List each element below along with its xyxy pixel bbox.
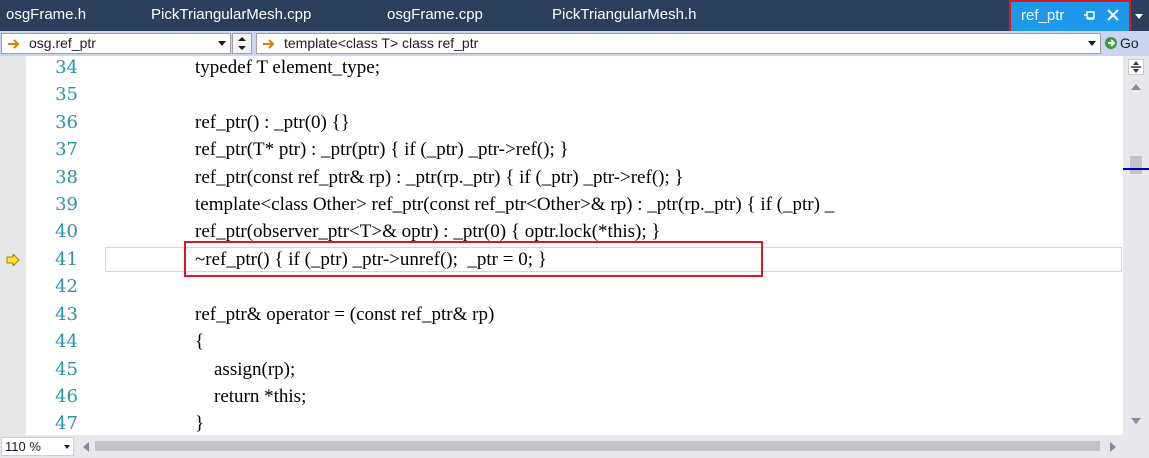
- line-number: 37: [55, 139, 78, 160]
- scroll-right-icon[interactable]: [1110, 442, 1116, 452]
- go-icon: [1105, 37, 1117, 49]
- scroll-left-icon[interactable]: [83, 442, 89, 452]
- code-text[interactable]: return *this;: [195, 383, 306, 410]
- zoom-level: 110 %: [5, 439, 41, 454]
- up-down-icon: [238, 37, 246, 50]
- code-line: 34 typedef T element_type;: [0, 56, 1123, 81]
- scope-dropdown-value: osg.ref_ptr: [29, 35, 96, 51]
- code-line: 42: [0, 273, 1123, 300]
- scroll-up-icon[interactable]: [1131, 84, 1141, 90]
- go-label: Go: [1120, 35, 1139, 51]
- line-number: 45: [55, 359, 78, 380]
- editor-bottom-bar: 110 %: [0, 435, 1149, 458]
- tab-osgframe-h[interactable]: osgFrame.h: [6, 0, 86, 31]
- code-text[interactable]: {: [195, 328, 204, 355]
- code-line: 38 ref_ptr(const ref_ptr& rp) : _ptr(rp.…: [0, 164, 1123, 191]
- line-number: 40: [55, 221, 78, 242]
- scope-spinner[interactable]: [232, 33, 252, 54]
- line-number: 42: [55, 276, 78, 297]
- vertical-scroll-thumb[interactable]: [1130, 156, 1142, 174]
- scope-dropdown[interactable]: osg.ref_ptr: [1, 33, 231, 54]
- horizontal-scroll-thumb[interactable]: [95, 441, 1100, 451]
- document-tab-strip: osgFrame.h PickTriangularMesh.cpp osgFra…: [0, 0, 1149, 31]
- tab-overflow-icon[interactable]: [1133, 10, 1145, 22]
- line-number: 43: [55, 304, 78, 325]
- line-number: 38: [55, 167, 78, 188]
- orange-arrow-icon: [8, 39, 20, 49]
- line-number: 44: [55, 331, 78, 352]
- line-number: 34: [55, 57, 78, 78]
- tab-osgframe-cpp[interactable]: osgFrame.cpp: [387, 0, 483, 31]
- code-text[interactable]: assign(rp);: [195, 356, 295, 383]
- chevron-down-icon: [218, 41, 226, 46]
- code-text[interactable]: ref_ptr(T* ptr) : _ptr(ptr) { if (_ptr) …: [195, 136, 569, 163]
- line-number: 36: [55, 112, 78, 133]
- code-text[interactable]: template<class Other> ref_ptr(const ref_…: [195, 191, 834, 218]
- caret-position-marker: [1123, 168, 1149, 170]
- code-line: 45 assign(rp);: [0, 356, 1123, 383]
- code-line: 37 ref_ptr(T* ptr) : _ptr(ptr) { if (_pt…: [0, 136, 1123, 163]
- code-line: 35: [0, 81, 1123, 108]
- code-line: 46 return *this;: [0, 383, 1123, 410]
- split-view-icon[interactable]: [1128, 59, 1144, 75]
- vertical-scrollbar[interactable]: [1123, 56, 1149, 435]
- scroll-down-icon[interactable]: [1131, 418, 1141, 424]
- execution-arrow-icon: [6, 254, 20, 266]
- code-line: 36 ref_ptr() : _ptr(0) {}: [0, 109, 1123, 136]
- member-dropdown[interactable]: template<class T> class ref_ptr: [256, 33, 1101, 54]
- tab-picktriangularmesh-h[interactable]: PickTriangularMesh.h: [552, 0, 697, 31]
- code-text[interactable]: typedef T element_type;: [195, 56, 380, 81]
- highlight-box-code: [184, 241, 763, 277]
- chevron-down-icon: [1088, 41, 1096, 46]
- go-button[interactable]: Go: [1102, 33, 1148, 54]
- highlight-box-tab: [1009, 0, 1131, 33]
- zoom-dropdown[interactable]: 110 %: [1, 437, 74, 456]
- line-number: 39: [55, 194, 78, 215]
- member-dropdown-value: template<class T> class ref_ptr: [284, 35, 479, 51]
- code-text[interactable]: ref_ptr(const ref_ptr& rp) : _ptr(rp._pt…: [195, 164, 684, 191]
- code-editor[interactable]: 34 typedef T element_type; 35 36 ref_ptr…: [0, 56, 1123, 435]
- code-text[interactable]: }: [195, 410, 204, 435]
- line-number: 41: [55, 249, 78, 270]
- line-number: 46: [55, 386, 78, 407]
- line-number: 47: [55, 413, 78, 434]
- navigation-bar: osg.ref_ptr template<class T> class ref_…: [0, 31, 1149, 56]
- code-line: 43 ref_ptr& operator = (const ref_ptr& r…: [0, 301, 1123, 328]
- code-text[interactable]: ref_ptr& operator = (const ref_ptr& rp): [195, 301, 494, 328]
- code-line: 47 }: [0, 410, 1123, 435]
- chevron-down-icon: [64, 445, 70, 449]
- split-glyph-icon: [1131, 61, 1141, 73]
- tab-picktriangularmesh-cpp[interactable]: PickTriangularMesh.cpp: [151, 0, 311, 31]
- code-line: 39 template<class Other> ref_ptr(const r…: [0, 191, 1123, 218]
- code-line: 44 {: [0, 328, 1123, 355]
- orange-arrow-icon: [263, 39, 275, 49]
- code-text[interactable]: ref_ptr() : _ptr(0) {}: [195, 109, 350, 136]
- line-number: 35: [55, 84, 78, 105]
